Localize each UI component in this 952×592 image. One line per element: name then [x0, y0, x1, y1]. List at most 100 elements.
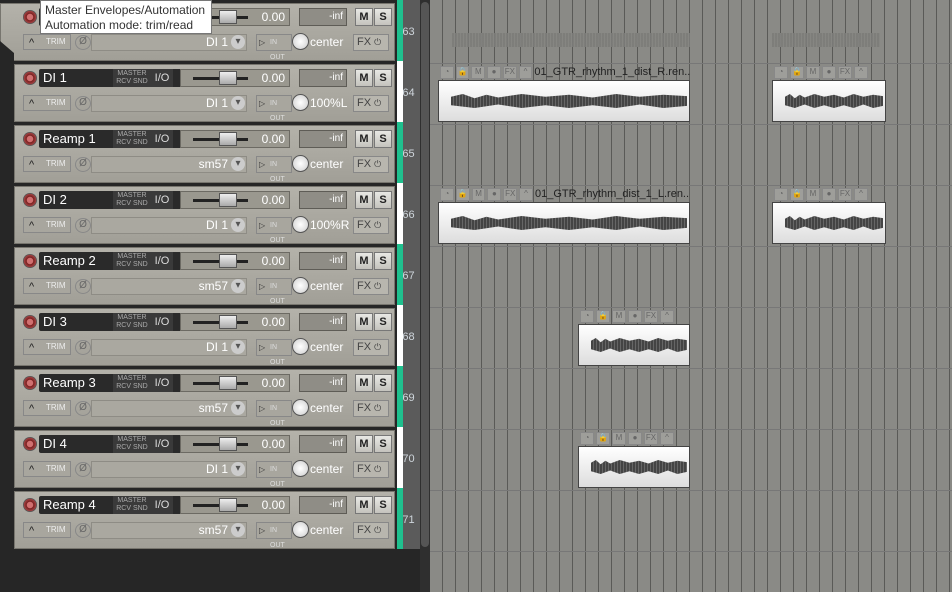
input-select[interactable]: DI 1	[91, 34, 247, 51]
monitor-button[interactable]: IN OUT	[256, 156, 292, 183]
track-number[interactable]: 66	[397, 183, 420, 244]
fader-handle[interactable]	[219, 254, 237, 268]
volume-fader[interactable]: 0.00	[180, 435, 290, 453]
volume-fader[interactable]: 0.00	[180, 496, 290, 514]
notes-icon[interactable]: ●	[822, 65, 836, 79]
track-number[interactable]: 63	[397, 0, 420, 61]
solo-button[interactable]: S	[374, 435, 392, 453]
monitor-button[interactable]: IN OUT	[256, 522, 292, 549]
routing-button[interactable]: MASTERRCV SND	[113, 130, 151, 148]
volume-fader[interactable]: 0.00	[180, 313, 290, 331]
envelope-icon[interactable]: ^	[518, 65, 533, 79]
volume-fader[interactable]: 0.00	[180, 130, 290, 148]
record-arm-button[interactable]	[23, 71, 37, 85]
solo-button[interactable]: S	[374, 252, 392, 270]
fx-icon[interactable]: FX	[502, 65, 517, 79]
solo-button[interactable]: S	[374, 374, 392, 392]
track-64[interactable]: DI 1 MASTERRCV SND I/O 0.00 -inf M S TRI…	[14, 64, 395, 122]
phase-invert-button[interactable]: Ø	[75, 340, 91, 355]
fx-button[interactable]: FX ⏻	[353, 217, 389, 234]
record-arm-button[interactable]	[23, 10, 37, 24]
monitor-button[interactable]: IN OUT	[256, 400, 292, 427]
io-button[interactable]: I/O	[151, 313, 173, 331]
fx-button[interactable]: FX ⏻	[353, 461, 389, 478]
tcp-scrollbar[interactable]	[420, 0, 430, 592]
fx-icon[interactable]: FX	[644, 431, 658, 445]
track-number[interactable]: 67	[397, 244, 420, 305]
mute-button[interactable]: M	[355, 374, 373, 392]
fx-icon[interactable]: FX	[644, 309, 658, 323]
pan-knob[interactable]	[292, 277, 309, 294]
input-select[interactable]: sm57	[91, 522, 247, 539]
fx-bypass-icon[interactable]: ⏻	[374, 342, 381, 352]
track-67[interactable]: Reamp 2 MASTER RCV SND I/O 0.00 -inf M S …	[14, 247, 395, 305]
track-number[interactable]: 70	[397, 427, 420, 488]
mute-button[interactable]: M	[355, 252, 373, 270]
record-arm-button[interactable]	[23, 315, 37, 329]
routing-button[interactable]: MASTERRCV SND	[113, 313, 151, 331]
io-button[interactable]: I/O	[151, 252, 173, 270]
pan-knob[interactable]	[292, 460, 309, 477]
envelope-trim-button[interactable]: TRIM	[23, 217, 71, 233]
lock-icon[interactable]: 🔒	[596, 309, 610, 323]
fader-handle[interactable]	[219, 315, 237, 329]
solo-button[interactable]: S	[374, 69, 392, 87]
track-66[interactable]: DI 2 MASTERRCV SND I/O 0.00 -inf M S TRI…	[14, 186, 395, 244]
io-button[interactable]: I/O	[151, 435, 173, 453]
track-65[interactable]: Reamp 1 MASTER RCV SND I/O 0.00 -inf M S …	[14, 125, 395, 183]
item-volume-icon[interactable]: ◔	[580, 431, 594, 445]
monitor-button[interactable]: IN OUT	[256, 339, 292, 366]
input-select[interactable]: DI 1	[91, 95, 247, 112]
track-68[interactable]: DI 3 MASTERRCV SND I/O 0.00 -inf M S TRI…	[14, 308, 395, 366]
envelope-trim-button[interactable]: TRIM	[23, 34, 71, 50]
solo-button[interactable]: S	[374, 191, 392, 209]
phase-invert-button[interactable]: Ø	[75, 523, 91, 538]
pan-knob[interactable]	[292, 216, 309, 233]
mute-button[interactable]: M	[355, 496, 373, 514]
pan-knob[interactable]	[292, 521, 309, 538]
envelope-trim-button[interactable]: TRIM	[23, 522, 71, 538]
media-item[interactable]: ◔ 🔒 M ● FX ^ 01_GTR_rhythm_dist_1_L.ren...	[438, 186, 690, 244]
fx-bypass-icon[interactable]: ⏻	[374, 464, 381, 474]
phase-invert-button[interactable]: Ø	[75, 279, 91, 294]
track-number[interactable]: 69	[397, 366, 420, 427]
media-item[interactable]: ◔ 🔒 M ● FX ^	[772, 186, 886, 244]
envelope-trim-button[interactable]: TRIM	[23, 461, 71, 477]
item-volume-icon[interactable]: ◔	[440, 187, 454, 201]
scrollbar-thumb[interactable]	[421, 2, 429, 547]
lock-icon[interactable]: 🔒	[455, 187, 470, 201]
mute-button[interactable]: M	[355, 191, 373, 209]
fx-icon[interactable]: FX	[503, 187, 518, 201]
phase-invert-button[interactable]: Ø	[75, 35, 91, 50]
routing-button[interactable]: MASTERRCV SND	[113, 191, 151, 209]
mute-icon[interactable]: M	[612, 431, 626, 445]
mute-icon[interactable]: M	[806, 65, 820, 79]
fx-button[interactable]: FX ⏻	[353, 339, 389, 356]
input-select[interactable]: sm57	[91, 400, 247, 417]
io-button[interactable]: I/O	[151, 130, 173, 148]
routing-button[interactable]: MASTERRCV SND	[113, 252, 151, 270]
mute-button[interactable]: M	[355, 69, 373, 87]
item-volume-icon[interactable]: ◔	[580, 309, 594, 323]
record-arm-button[interactable]	[23, 376, 37, 390]
fx-icon[interactable]: FX	[838, 187, 852, 201]
fx-button[interactable]: FX ⏻	[353, 522, 389, 539]
record-arm-button[interactable]	[23, 193, 37, 207]
envelope-icon[interactable]: ^	[854, 187, 868, 201]
fx-bypass-icon[interactable]: ⏻	[374, 403, 381, 413]
solo-button[interactable]: S	[374, 496, 392, 514]
monitor-button[interactable]: IN OUT	[256, 217, 292, 244]
fader-handle[interactable]	[219, 10, 237, 24]
routing-button[interactable]: MASTERRCV SND	[113, 69, 151, 87]
fader-handle[interactable]	[219, 193, 237, 207]
fx-button[interactable]: FX ⏻	[353, 400, 389, 417]
mute-button[interactable]: M	[355, 313, 373, 331]
track-number[interactable]: 64	[397, 61, 420, 122]
pan-knob[interactable]	[292, 155, 309, 172]
routing-button[interactable]: MASTERRCV SND	[113, 496, 151, 514]
pan-knob[interactable]	[292, 94, 309, 111]
envelope-icon[interactable]: ^	[660, 431, 674, 445]
item-volume-icon[interactable]: ◔	[774, 65, 788, 79]
mute-button[interactable]: M	[355, 130, 373, 148]
fader-handle[interactable]	[219, 437, 237, 451]
